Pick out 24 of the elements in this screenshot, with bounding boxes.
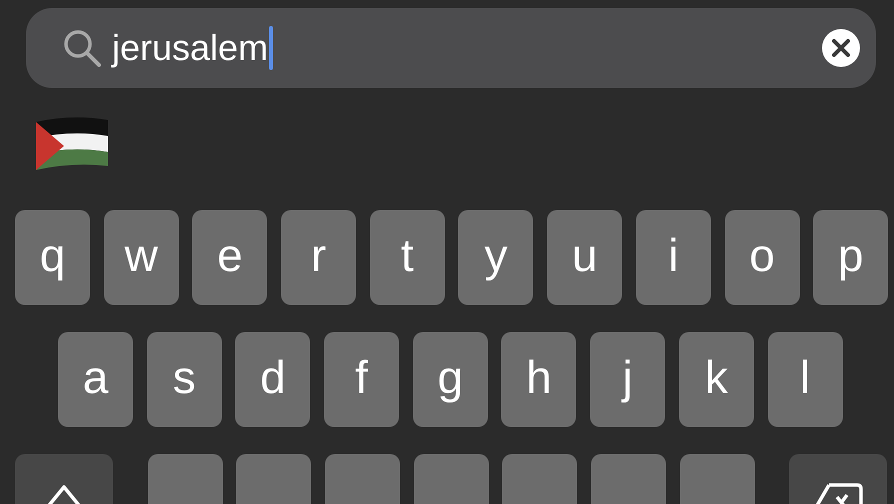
key[interactable]: d <box>235 332 310 427</box>
key[interactable]: q <box>15 210 90 305</box>
key[interactable]: h <box>501 332 576 427</box>
search-text: jerusalem <box>112 27 268 69</box>
key[interactable]: a <box>58 332 133 427</box>
key[interactable]: o <box>724 210 800 305</box>
search-field[interactable]: jerusalem <box>26 8 876 88</box>
clear-icon[interactable] <box>822 29 860 67</box>
key[interactable]: i <box>636 210 711 305</box>
key[interactable]: p <box>813 210 888 305</box>
key[interactable]: g <box>412 332 488 427</box>
key[interactable]: k <box>678 332 754 427</box>
key[interactable]: l <box>768 332 842 427</box>
key[interactable]: y <box>458 210 534 305</box>
key[interactable]: r <box>281 210 356 305</box>
flag-icon[interactable] <box>34 116 110 172</box>
key[interactable]: e <box>192 210 268 305</box>
key[interactable]: s <box>146 332 222 427</box>
key[interactable]: u <box>547 210 622 305</box>
search-icon <box>62 28 102 68</box>
key[interactable]: j <box>590 332 666 427</box>
key[interactable]: t <box>370 210 445 305</box>
key[interactable]: w <box>104 210 179 305</box>
key[interactable]: f <box>324 332 400 427</box>
